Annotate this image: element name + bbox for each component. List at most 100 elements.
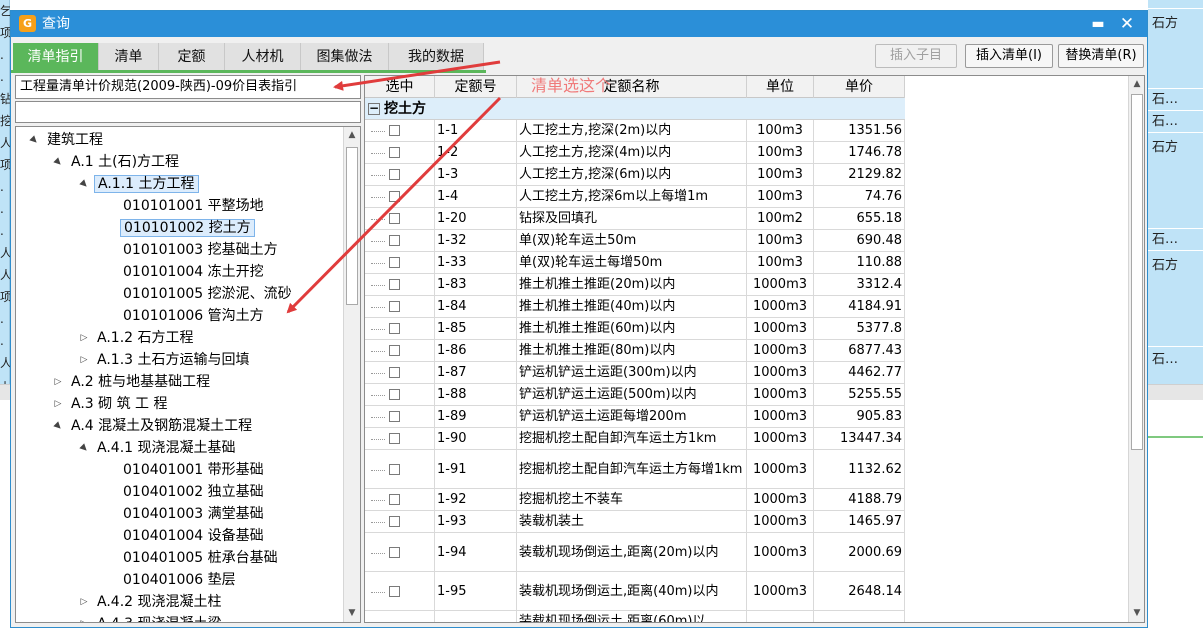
row-checkbox[interactable] (389, 389, 400, 400)
row-checkbox[interactable] (389, 301, 400, 312)
tab-labor-material-machine[interactable]: 人材机 (225, 43, 301, 71)
scroll-down-icon[interactable]: ▼ (1129, 605, 1144, 621)
row-checkbox[interactable] (389, 235, 400, 246)
replace-list-button[interactable]: 替换清单(R) (1058, 44, 1144, 68)
row-checkbox[interactable] (389, 257, 400, 268)
row-checkbox[interactable] (389, 585, 400, 597)
row-checkbox[interactable] (389, 463, 400, 475)
scroll-up-icon[interactable]: ▲ (1129, 76, 1144, 92)
grid-row[interactable]: 1-83 推土机推土推距(20m)以内 1000m3 3312.4 (365, 274, 905, 296)
tree-node[interactable]: ▷ A.4.3 现浇混凝土梁 (81, 613, 225, 622)
expanded-icon[interactable]: ▲ (22, 128, 46, 152)
grid-row[interactable]: 1-89 铲运机铲运土运距每增200m 1000m3 905.83 (365, 406, 905, 428)
row-checkbox[interactable] (389, 169, 400, 180)
tree-node[interactable]: ▷ A.2 桩与地基基础工程 (55, 371, 213, 393)
grid-row[interactable]: 装载机现场倒运土,距离(60m)以 (365, 611, 905, 622)
tab-list-guide[interactable]: 清单指引 (13, 43, 99, 71)
grid-scrollbar[interactable]: ▲ ▼ (1128, 76, 1144, 622)
tree-node[interactable]: ▲ A.4.1 现浇混凝土基础 (78, 437, 239, 459)
collapsed-icon[interactable]: ▷ (52, 371, 64, 393)
row-checkbox[interactable] (389, 191, 400, 202)
row-checkbox[interactable] (389, 546, 400, 558)
grid-row[interactable]: 1-84 推土机推土推距(40m)以内 1000m3 4184.91 (365, 296, 905, 318)
title-bar[interactable]: G 查询 ▬ ✕ (11, 11, 1147, 37)
row-checkbox[interactable] (389, 323, 400, 334)
tree-node[interactable]: 010101006 管沟土方 (120, 305, 267, 327)
tab-list[interactable]: 清单 (99, 43, 159, 71)
tree-node[interactable]: 010401003 满堂基础 (120, 503, 267, 525)
grid-row[interactable]: 1-20 钻探及回填孔 100m2 655.18 (365, 208, 905, 230)
background-cell: 石… (1148, 88, 1203, 110)
grid-row[interactable]: 1-90 挖掘机挖土配自卸汽车运土方1km 1000m3 13447.34 (365, 428, 905, 450)
grid-row[interactable]: 1-32 单(双)轮车运土50m 100m3 690.48 (365, 230, 905, 252)
tab-quota[interactable]: 定额 (159, 43, 225, 71)
tree-node[interactable]: 010101005 挖淤泥、流砂 (120, 283, 295, 305)
row-checkbox[interactable] (389, 367, 400, 378)
insert-list-button[interactable]: 插入清单(I) (965, 44, 1053, 68)
tree-node[interactable]: ▲ A.1 土(石)方工程 (52, 151, 182, 173)
row-checkbox[interactable] (389, 411, 400, 422)
grid-row[interactable]: 1-91 挖掘机挖土配自卸汽车运土方每增1km 1000m3 1132.62 (365, 450, 905, 489)
tree-node[interactable]: 010401004 设备基础 (120, 525, 267, 547)
tree-node[interactable]: 010101003 挖基础土方 (120, 239, 281, 261)
grid-row[interactable]: 1-85 推土机推土推距(60m)以内 1000m3 5377.8 (365, 318, 905, 340)
row-checkbox[interactable] (389, 279, 400, 290)
grid-row[interactable]: 1-87 铲运机铲运土运距(300m)以内 1000m3 4462.77 (365, 362, 905, 384)
grid-row[interactable]: 1-88 铲运机铲运土运距(500m)以内 1000m3 5255.55 (365, 384, 905, 406)
grid-row[interactable]: 1-86 推土机推土推距(80m)以内 1000m3 6877.43 (365, 340, 905, 362)
collapsed-icon[interactable]: ▷ (78, 591, 90, 613)
tree-node[interactable]: ▲ A.1.1 土方工程 (78, 173, 199, 195)
row-checkbox[interactable] (389, 213, 400, 224)
scroll-up-icon[interactable]: ▲ (344, 127, 360, 143)
search-input[interactable] (15, 101, 361, 123)
grid-row[interactable]: 1-92 挖掘机挖土不装车 1000m3 4188.79 (365, 489, 905, 511)
tree-node[interactable]: 010401006 垫层 (120, 569, 239, 591)
scroll-thumb[interactable] (346, 147, 358, 305)
grid-row[interactable]: 1-2 人工挖土方,挖深(4m)以内 100m3 1746.78 (365, 142, 905, 164)
tree-node[interactable]: ▷ A.3 砌 筑 工 程 (55, 393, 171, 415)
insert-child-button[interactable]: 插入子目 (875, 44, 957, 68)
collapsed-icon[interactable]: ▷ (78, 613, 90, 622)
tree-node[interactable]: 010401002 独立基础 (120, 481, 267, 503)
tree-scrollbar[interactable]: ▲ ▼ (343, 127, 360, 622)
tree-node[interactable]: ▷ A.4.2 现浇混凝土柱 (81, 591, 225, 613)
grid-row[interactable]: 1-95 装载机现场倒运土,距离(40m)以内 1000m3 2648.14 (365, 572, 905, 611)
scroll-thumb[interactable] (1131, 94, 1143, 450)
grid-row[interactable]: 1-1 人工挖土方,挖深(2m)以内 100m3 1351.56 (365, 120, 905, 142)
grid-row[interactable]: 1-3 人工挖土方,挖深(6m)以内 100m3 2129.82 (365, 164, 905, 186)
grid-row[interactable]: 1-93 装载机装土 1000m3 1465.97 (365, 511, 905, 533)
tree-node[interactable]: ▲ A.4 混凝土及钢筋混凝土工程 (52, 415, 255, 437)
collapsed-icon[interactable]: ▷ (52, 393, 64, 415)
grid-row[interactable]: 1-94 装载机现场倒运土,距离(20m)以内 1000m3 2000.69 (365, 533, 905, 572)
tree-node[interactable]: ▷ A.1.2 石方工程 (81, 327, 197, 349)
close-icon[interactable]: ✕ (1116, 14, 1138, 34)
row-checkbox[interactable] (389, 433, 400, 444)
tree-node[interactable]: 010101004 冻土开挖 (120, 261, 267, 283)
tree-node[interactable]: ▷ A.1.3 土石方运输与回填 (81, 349, 253, 371)
tree-node[interactable]: ▲ 建筑工程 (28, 129, 106, 151)
collapsed-icon[interactable]: ▷ (78, 327, 90, 349)
row-checkbox[interactable] (389, 345, 400, 356)
tree-node[interactable]: 010401001 带形基础 (120, 459, 267, 481)
spec-selector[interactable]: 工程量清单计价规范(2009-陕西)-09价目表指引 (15, 75, 361, 99)
tab-atlas-method[interactable]: 图集做法 (301, 43, 389, 71)
grid-row[interactable]: 1-4 人工挖土方,挖深6m以上每增1m 100m3 74.76 (365, 186, 905, 208)
tree-node[interactable]: 010101002 挖土方 (120, 217, 255, 239)
row-checkbox[interactable] (389, 147, 400, 158)
tree-node[interactable]: 010101001 平整场地 (120, 195, 267, 217)
collapse-icon[interactable]: − (368, 102, 380, 115)
grid-row[interactable]: 1-33 单(双)轮车运土每增50m 100m3 110.88 (365, 252, 905, 274)
expanded-icon[interactable]: ▲ (72, 436, 96, 460)
row-checkbox[interactable] (389, 516, 400, 527)
scroll-down-icon[interactable]: ▼ (344, 605, 360, 621)
tab-my-data[interactable]: 我的数据 (389, 43, 484, 71)
group-row[interactable]: − 挖土方 (365, 98, 905, 120)
row-checkbox[interactable] (389, 494, 400, 505)
tree-node[interactable]: 010401005 桩承台基础 (120, 547, 281, 569)
maximize-icon[interactable]: ▬ (1087, 14, 1109, 34)
expanded-icon[interactable]: ▲ (46, 414, 70, 438)
collapsed-icon[interactable]: ▷ (78, 349, 90, 371)
row-checkbox[interactable] (389, 125, 400, 136)
expanded-icon[interactable]: ▲ (46, 150, 70, 174)
expanded-icon[interactable]: ▲ (72, 172, 96, 196)
